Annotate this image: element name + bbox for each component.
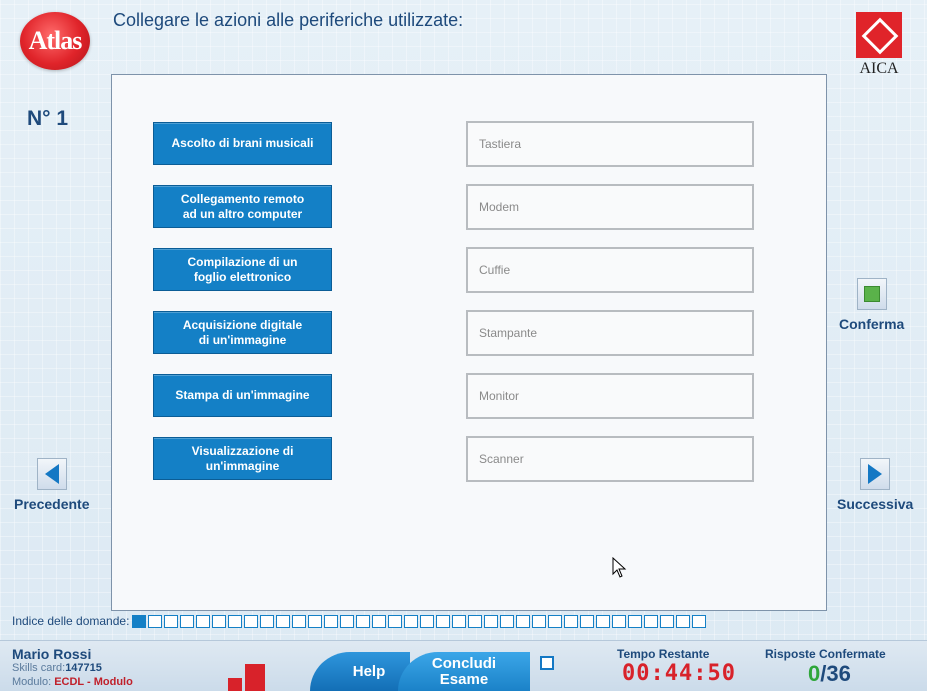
- end-exam-button[interactable]: Concludi Esame: [398, 652, 530, 691]
- user-name: Mario Rossi: [12, 646, 92, 662]
- next-button[interactable]: Successiva: [837, 458, 913, 512]
- aica-mark-icon: [856, 12, 902, 58]
- modulo-value: ECDL - Modulo: [54, 676, 133, 688]
- next-label: Successiva: [837, 496, 914, 512]
- index-label: Indice delle domande:: [12, 614, 130, 628]
- question-index-box[interactable]: [388, 614, 403, 628]
- time-remaining-value: 00:44:50: [622, 661, 736, 686]
- prev-label: Precedente: [14, 496, 90, 512]
- question-index-box[interactable]: [228, 614, 243, 628]
- question-index-box[interactable]: [692, 614, 707, 628]
- question-index-box[interactable]: [276, 614, 291, 628]
- question-index-box[interactable]: [404, 614, 419, 628]
- question-index-box[interactable]: [180, 614, 195, 628]
- question-index-box[interactable]: [532, 614, 547, 628]
- question-index-box[interactable]: [148, 614, 163, 628]
- time-remaining-label: Tempo Restante: [617, 647, 710, 661]
- modulo: Modulo: ECDL - Modulo: [12, 676, 133, 688]
- mouse-pointer-icon: [612, 557, 627, 578]
- question-index-box[interactable]: [196, 614, 211, 628]
- question-index-box[interactable]: [660, 614, 675, 628]
- arrow-left-icon: [36, 458, 67, 490]
- decoration: [540, 656, 554, 670]
- device-modem[interactable]: Modem: [466, 184, 754, 230]
- question-index-box[interactable]: [484, 614, 499, 628]
- aica-logo: AICA: [851, 12, 907, 78]
- question-index-box[interactable]: [596, 614, 611, 628]
- question-index-box[interactable]: [340, 614, 355, 628]
- question-index-box[interactable]: [676, 614, 691, 628]
- question-index-box[interactable]: [436, 614, 451, 628]
- question-index-box[interactable]: [212, 614, 227, 628]
- question-index-box[interactable]: [308, 614, 323, 628]
- confirm-label: Conferma: [839, 316, 905, 332]
- question-index-box[interactable]: [516, 614, 531, 628]
- question-index-box[interactable]: [372, 614, 387, 628]
- device-scanner[interactable]: Scanner: [466, 436, 754, 482]
- question-index-box[interactable]: [132, 614, 147, 628]
- question-index-box[interactable]: [420, 614, 435, 628]
- device-stampante[interactable]: Stampante: [466, 310, 754, 356]
- action-stampa[interactable]: Stampa di un'immagine: [153, 374, 332, 417]
- question-index-box[interactable]: [356, 614, 371, 628]
- device-tastiera[interactable]: Tastiera: [466, 121, 754, 167]
- green-square-icon: [856, 278, 887, 310]
- question-index-box[interactable]: [244, 614, 259, 628]
- device-cuffie[interactable]: Cuffie: [466, 247, 754, 293]
- action-compilazione[interactable]: Compilazione di un foglio elettronico: [153, 248, 332, 291]
- prev-button[interactable]: Precedente: [14, 458, 89, 512]
- action-visualizzazione[interactable]: Visualizzazione di un'immagine: [153, 437, 332, 480]
- device-monitor[interactable]: Monitor: [466, 373, 754, 419]
- question-index-box[interactable]: [292, 614, 307, 628]
- skills-card: Skills card:147715: [12, 662, 102, 674]
- question-text: Collegare le azioni alle periferiche uti…: [113, 10, 464, 30]
- atlas-logo: Atlas: [20, 12, 90, 70]
- index-boxes: [132, 614, 707, 628]
- action-collegamento[interactable]: Collegamento remoto ad un altro computer: [153, 185, 332, 228]
- skills-card-value: 147715: [65, 662, 102, 674]
- arrow-right-icon: [860, 458, 891, 490]
- question-index-box[interactable]: [580, 614, 595, 628]
- question-index: Indice delle domande:: [12, 614, 707, 628]
- confirmed-answers-label: Risposte Confermate: [765, 647, 886, 661]
- question-index-box[interactable]: [164, 614, 179, 628]
- action-acquisizione[interactable]: Acquisizione digitale di un'immagine: [153, 311, 332, 354]
- question-index-box[interactable]: [260, 614, 275, 628]
- question-index-box[interactable]: [468, 614, 483, 628]
- confirm-button[interactable]: Conferma: [839, 278, 904, 332]
- question-index-box[interactable]: [564, 614, 579, 628]
- question-index-box[interactable]: [644, 614, 659, 628]
- question-index-box[interactable]: [548, 614, 563, 628]
- aica-logo-text: AICA: [859, 60, 899, 77]
- question-index-box[interactable]: [612, 614, 627, 628]
- question-index-box[interactable]: [324, 614, 339, 628]
- question-index-box[interactable]: [452, 614, 467, 628]
- question-index-box[interactable]: [628, 614, 643, 628]
- confirmed-answers-value: 0/36: [808, 661, 851, 686]
- decoration: [228, 678, 242, 691]
- question-number: N° 1: [27, 107, 69, 130]
- decoration: [245, 664, 265, 691]
- action-ascolto[interactable]: Ascolto di brani musicali: [153, 122, 332, 165]
- question-index-box[interactable]: [500, 614, 515, 628]
